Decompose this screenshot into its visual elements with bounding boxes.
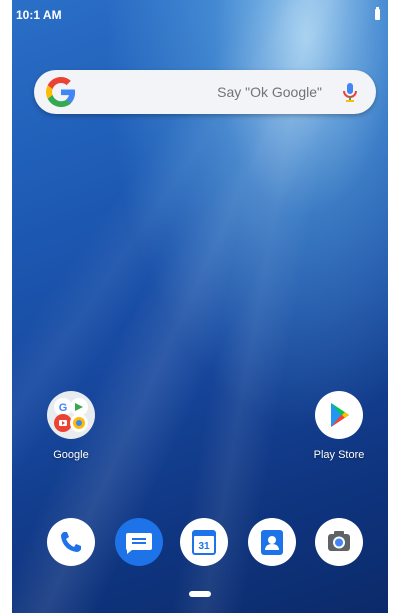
- contacts-icon[interactable]: [248, 518, 296, 566]
- google-folder-icon: G: [47, 391, 95, 439]
- phone-icon[interactable]: [47, 518, 95, 566]
- app-label-google: Google: [53, 449, 89, 461]
- calendar-date-text: 31: [198, 541, 210, 552]
- google-g-icon: [46, 77, 76, 107]
- battery-icon: [375, 7, 380, 20]
- camera-icon[interactable]: [315, 518, 363, 566]
- google-search-bar[interactable]: Say "Ok Google": [34, 70, 376, 114]
- dock: 31: [12, 518, 388, 574]
- search-hint: Say "Ok Google": [217, 84, 322, 100]
- play-store-app[interactable]: Play Store: [299, 391, 379, 461]
- svg-text:G: G: [59, 402, 68, 414]
- google-folder[interactable]: G Google: [31, 391, 111, 461]
- play-store-icon: [315, 391, 363, 439]
- microphone-icon[interactable]: [338, 80, 362, 104]
- home-pill-icon[interactable]: [189, 591, 211, 597]
- app-label-play-store: Play Store: [313, 449, 365, 461]
- calendar-icon[interactable]: 31: [180, 518, 228, 566]
- messages-icon[interactable]: [115, 518, 163, 566]
- home-screen: 10:1 AM Say "Ok Google" G Google Play St…: [12, 0, 388, 613]
- status-bar: 10:1 AM: [12, 0, 388, 30]
- status-time: 10:1 AM: [16, 8, 62, 22]
